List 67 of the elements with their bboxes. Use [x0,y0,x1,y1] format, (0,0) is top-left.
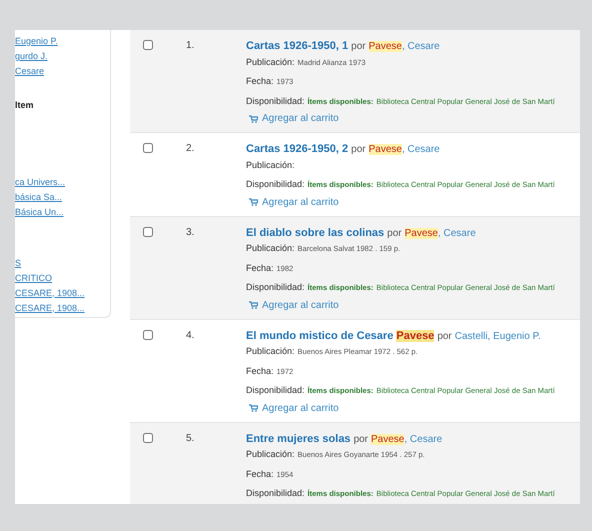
facet-heading: ltem [15,99,35,112]
facet-link[interactable]: Cesare [15,64,44,79]
facet-link[interactable]: gurdo J. [15,49,48,64]
facet-link[interactable]: CRITICO [15,270,52,286]
title-part: El mundo mistico de Cesare [246,330,394,342]
add-to-cart-link[interactable]: Agregar al carrito [249,194,339,210]
select-checkbox[interactable] [143,226,153,236]
facet-link[interactable]: básica Sa... [15,190,62,204]
result-number: 4. [186,328,196,342]
author-part: , Cesare [404,434,442,444]
highlighted-term: Pavese [404,228,438,238]
publication-label: Publicación: [246,56,295,68]
author-part: , Cesare [438,228,476,238]
by-label: por [437,330,452,344]
add-to-cart-text: Agregar al carrito [262,196,339,210]
facet-link[interactable]: S [15,256,22,270]
availability-label: Disponibilidad: [246,384,305,397]
result-number: 5. [186,432,196,446]
date-label: Fecha: [246,262,274,274]
availability-label: Disponibilidad: [246,94,305,108]
by-label: por [351,40,366,54]
add-to-cart-text: Agregar al carrito [262,112,339,126]
highlighted-term: Pavese [368,144,402,155]
publication-label: Publicación: [246,345,295,358]
cart-icon [249,198,258,206]
availability-label: Disponibilidad: [246,281,305,294]
author-part: , Cesare [402,144,440,155]
date-label: Fecha: [246,468,274,480]
facet-link[interactable]: Básica Un... [15,204,64,220]
highlighted-term: Pavese [371,434,404,444]
select-checkbox[interactable] [143,40,153,50]
result-number: 2. [186,142,196,156]
cart-icon [249,404,258,412]
add-to-cart-text: Agregar al carrito [262,298,339,312]
author-link[interactable]: Pavese, Cesare [368,142,440,157]
select-checkbox[interactable] [143,432,153,442]
select-checkbox[interactable] [143,330,153,340]
author-link[interactable]: Pavese, Cesare [404,226,476,240]
result-number: 3. [186,226,196,240]
cart-icon [249,114,258,122]
highlighted-term: Pavese [368,41,402,52]
by-label: por [351,143,366,157]
select-checkbox[interactable] [143,143,153,153]
availability-label: Disponibilidad: [246,178,305,191]
add-to-cart-link[interactable]: Agregar al carrito [249,400,339,416]
facet-link[interactable]: CESARE, 1908... [15,286,85,300]
author-part: , Cesare [402,41,440,52]
facet-link[interactable]: Eugenio P. [15,34,58,49]
date-label: Fecha: [246,364,274,378]
facet-link[interactable]: CESARE, 1908... [15,300,85,316]
author-link[interactable]: Pavese, Cesare [371,432,442,446]
by-label: por [387,226,402,240]
publication-label: Publicación: [246,158,295,172]
availability-label: Disponibilidad: [246,487,305,500]
result-title-link[interactable]: El mundo mistico de Cesare Pavese [246,328,434,344]
cart-icon [249,301,258,309]
result-number: 1. [186,39,196,53]
publication-label: Publicación: [246,448,295,461]
highlighted-term: Pavese [396,330,434,342]
facet-link[interactable]: ca Univers... [15,174,66,190]
add-to-cart-text: Agregar al carrito [262,402,339,416]
author-link[interactable]: Pavese, Cesare [368,39,440,54]
add-to-cart-link[interactable]: Agregar al carrito [249,298,339,312]
publication-label: Publicación: [246,242,295,255]
by-label: por [354,432,368,446]
add-to-cart-link[interactable]: Agregar al carrito [249,111,339,126]
date-label: Fecha: [246,75,274,88]
